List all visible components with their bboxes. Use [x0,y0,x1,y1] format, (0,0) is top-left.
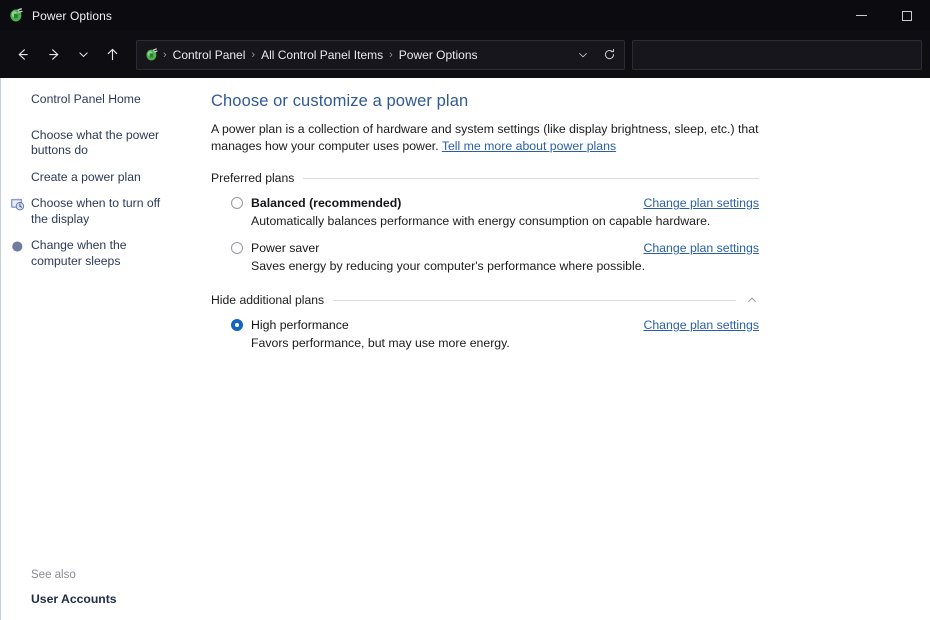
moon-sleep-icon [10,239,25,254]
see-also-title: See also [31,569,191,581]
change-plan-settings-link-high-performance[interactable]: Change plan settings [643,318,759,332]
power-options-window: Power Options [0,0,930,620]
change-plan-settings-link-power-saver[interactable]: Change plan settings [643,241,759,255]
sidebar-item-label: Control Panel Home [31,92,141,106]
title-bar: Power Options [0,0,930,31]
tell-me-more-link[interactable]: Tell me more about power plans [442,139,616,153]
plan-item-balanced: Balanced (recommended) Change plan setti… [211,196,906,228]
chevron-up-icon[interactable] [745,294,759,306]
main-pane: Choose or customize a power plan A power… [201,78,930,620]
search-box[interactable] [632,40,922,70]
power-plug-icon [8,7,25,24]
see-also-item-user-accounts[interactable]: User Accounts [31,592,191,606]
section-header: Preferred plans [211,171,759,185]
address-bar[interactable]: › Control Panel › All Control Panel Item… [136,40,625,70]
sidebar-item-label: Create a power plan [31,170,141,184]
plan-description: Automatically balances performance with … [211,214,906,228]
back-arrow-icon[interactable] [6,39,38,71]
intro-text: A power plan is a collection of hardware… [211,121,763,155]
sidebar-item-choose-power-buttons[interactable]: Choose what the power buttons do [1,128,186,159]
breadcrumb-power-plug-icon [144,47,160,63]
forward-arrow-icon[interactable] [38,39,70,71]
navigation-toolbar: › Control Panel › All Control Panel Item… [0,31,930,78]
sidebar-item-computer-sleeps[interactable]: Change when the computer sleeps [1,238,186,269]
plan-name[interactable]: Balanced (recommended) [251,196,401,210]
maximize-icon[interactable] [884,0,930,31]
radio-balanced[interactable] [231,197,243,209]
plan-name[interactable]: High performance [251,318,349,332]
plan-item-power-saver: Power saver Change plan settings Saves e… [211,241,906,273]
refresh-icon[interactable] [596,42,622,68]
section-preferred-plans: Preferred plans Balanced (recommended) C… [211,171,906,273]
window-controls [838,0,930,31]
sidebar-item-label: Choose when to turn off the display [31,196,160,226]
display-clock-icon [10,197,25,212]
address-chevron-down-icon[interactable] [570,42,596,68]
content-area: Control Panel Home Choose what the power… [0,78,930,620]
section-divider [333,300,736,301]
section-header[interactable]: Hide additional plans [211,293,759,307]
breadcrumb-item-control-panel[interactable]: Control Panel [168,42,251,68]
up-arrow-icon[interactable] [96,39,128,71]
sidebar-item-label: Change when the computer sleeps [31,238,127,268]
plan-row: Balanced (recommended) Change plan setti… [211,196,759,210]
plan-description: Favors performance, but may use more ene… [211,336,906,350]
section-divider [303,178,759,179]
radio-high-performance[interactable] [231,319,243,331]
sidebar-item-control-panel-home[interactable]: Control Panel Home [1,92,186,108]
see-also-section: See also User Accounts [1,569,201,620]
minimize-icon[interactable] [838,0,884,31]
section-label: Preferred plans [211,171,294,185]
plan-item-high-performance: High performance Change plan settings Fa… [211,318,906,350]
change-plan-settings-link-balanced[interactable]: Change plan settings [643,196,759,210]
section-label[interactable]: Hide additional plans [211,293,324,307]
section-additional-plans: Hide additional plans High performance C… [211,293,906,350]
window-title: Power Options [32,9,112,23]
plan-row: High performance Change plan settings [211,318,759,332]
page-title: Choose or customize a power plan [211,92,906,111]
recent-locations-chevron-down-icon[interactable] [70,39,96,71]
breadcrumb-item-all-control-panel-items[interactable]: All Control Panel Items [256,42,388,68]
sidebar-item-label: Choose what the power buttons do [31,128,159,158]
sidebar: Control Panel Home Choose what the power… [1,78,201,620]
sidebar-item-create-power-plan[interactable]: Create a power plan [1,170,186,186]
breadcrumb-item-power-options[interactable]: Power Options [394,42,483,68]
plan-row: Power saver Change plan settings [211,241,759,255]
sidebar-item-turn-off-display[interactable]: Choose when to turn off the display [1,196,186,227]
radio-power-saver[interactable] [231,242,243,254]
plan-description: Saves energy by reducing your computer's… [211,259,906,273]
plan-name[interactable]: Power saver [251,241,319,255]
